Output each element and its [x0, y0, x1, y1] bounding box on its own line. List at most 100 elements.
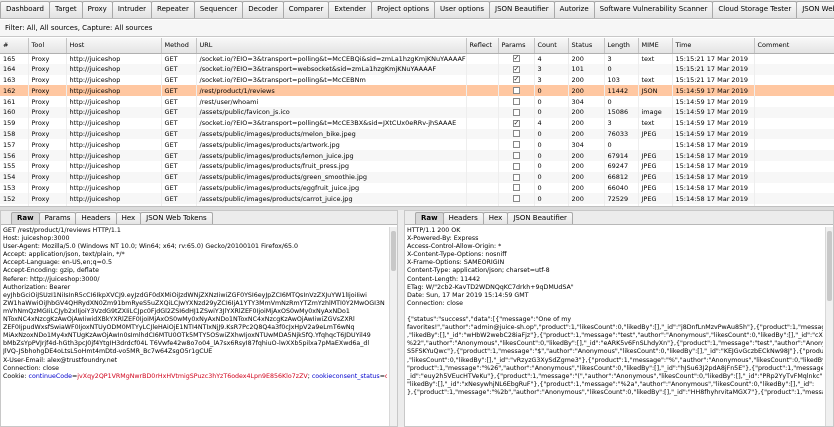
- cell-length: 0: [604, 96, 639, 107]
- response-tab-json-beautifier[interactable]: JSON Beautifier: [507, 212, 573, 224]
- column-header-comment[interactable]: Comment: [754, 38, 834, 54]
- cell-url: /assets/public/images/products/fruit_pre…: [196, 160, 467, 172]
- table-row[interactable]: 152 Proxy http://juiceshop GET/assets/publi…: [0, 193, 834, 205]
- cell-status: 200: [568, 85, 605, 97]
- table-row[interactable]: 155 Proxy http://juiceshop GET/assets/publi…: [0, 160, 834, 172]
- table-row[interactable]: 161 Proxy http://juiceshop GET/rest/user/wh…: [0, 96, 834, 107]
- cell-num: 155: [0, 160, 29, 172]
- filter-bar[interactable]: Filter: All, All sources, Capture: All s…: [0, 20, 834, 37]
- tab-repeater[interactable]: Repeater: [151, 1, 195, 18]
- response-line: ,"likedBy":[],"_id":"wHbW2webC28iaFjz"},…: [407, 332, 823, 340]
- table-row[interactable]: 164 Proxy http://juiceshop GET/socket.io/?E…: [0, 63, 834, 75]
- cell-num: 153: [0, 182, 29, 194]
- params-cell: [498, 53, 535, 64]
- tab-cloud-storage-tester[interactable]: Cloud Storage Tester: [712, 1, 798, 18]
- table-row[interactable]: 154 Proxy http://juiceshop GET/assets/publi…: [0, 171, 834, 183]
- cell-comment: [754, 53, 834, 64]
- column-header-count[interactable]: Count: [534, 38, 569, 54]
- response-tab-raw[interactable]: Raw: [415, 212, 444, 224]
- cell-num: 164: [0, 63, 29, 75]
- tab-comparer[interactable]: Comparer: [282, 1, 330, 18]
- cell-reflect: [466, 117, 499, 129]
- table-row[interactable]: 153 Proxy http://juiceshop GET/assets/publi…: [0, 182, 834, 194]
- params-cell: [498, 171, 535, 183]
- column-header-tool[interactable]: Tool: [28, 38, 67, 54]
- cell-method: GET: [161, 96, 197, 107]
- params-checkbox: [512, 98, 520, 106]
- request-line: Accept: application/json, text/plain, */…: [3, 251, 125, 259]
- cell-num: 157: [0, 139, 29, 151]
- column-header-status[interactable]: Status: [568, 38, 605, 54]
- request-tab-raw[interactable]: Raw: [11, 212, 40, 224]
- cell-mime: JSON: [638, 85, 673, 97]
- table-row[interactable]: 160 Proxy http://juiceshop GET/assets/publi…: [0, 106, 834, 118]
- response-tab-hex[interactable]: Hex: [482, 212, 509, 224]
- cell-tool: Proxy: [28, 171, 67, 183]
- tab-decoder[interactable]: Decoder: [242, 1, 284, 18]
- params-checkbox: [512, 152, 520, 160]
- cell-time: 15:15:21 17 Mar 2019: [672, 63, 755, 75]
- response-scrollbar[interactable]: [825, 227, 833, 426]
- request-raw-text[interactable]: GET /rest/product/1/reviews HTTP/1.1 Host…: [3, 227, 387, 426]
- column-header-reflect[interactable]: Reflect: [466, 38, 499, 54]
- cell-url: /assets/public/images/products/melon_bik…: [196, 128, 467, 140]
- request-tab-json-web-tokens[interactable]: JSON Web Tokens: [140, 212, 213, 224]
- response-line: X-Frame-Options: SAMEORIGIN: [407, 259, 505, 267]
- response-tab-headers[interactable]: Headers: [442, 212, 484, 224]
- table-row[interactable]: 156 Proxy http://juiceshop GET/assets/publi…: [0, 150, 834, 161]
- cell-host: http://juiceshop: [66, 160, 162, 172]
- request-tab-hex[interactable]: Hex: [115, 212, 142, 224]
- response-line: "product":1,"message":"%26","author":"An…: [407, 364, 823, 372]
- cell-url: /assets/public/images/products/carrot_ju…: [196, 193, 467, 205]
- tab-user-options[interactable]: User options: [434, 1, 490, 18]
- table-row[interactable]: 162 Proxy http://juiceshop GET/rest/product…: [0, 85, 834, 97]
- cell-reflect: [466, 193, 499, 205]
- tab-dashboard[interactable]: Dashboard: [0, 1, 50, 18]
- request-line: Authorization: Bearer: [3, 283, 71, 291]
- cell-method: GET: [161, 182, 197, 194]
- column-header-method[interactable]: Method: [161, 38, 197, 54]
- response-raw-text[interactable]: HTTP/1.1 200 OK X-Powered-By: Express Acce…: [407, 227, 823, 426]
- column-header-number[interactable]: #: [0, 38, 29, 54]
- cell-method: GET: [161, 150, 197, 161]
- cell-reflect: [466, 160, 499, 172]
- cell-length: 66812: [604, 171, 639, 183]
- cell-status: 200: [568, 150, 605, 161]
- tab-autorize[interactable]: Autorize: [553, 1, 595, 18]
- tab-target[interactable]: Target: [48, 1, 83, 18]
- tab-proxy[interactable]: Proxy: [81, 1, 113, 18]
- table-row[interactable]: 158 Proxy http://juiceshop GET/assets/publi…: [0, 128, 834, 140]
- tab-extender[interactable]: Extender: [328, 1, 373, 18]
- cell-length: 72529: [604, 193, 639, 205]
- table-row[interactable]: 157 Proxy http://juiceshop GET/assets/publi…: [0, 139, 834, 151]
- tab-software-vulnerability-scanner[interactable]: Software Vulnerability Scanner: [593, 1, 714, 18]
- tab-project-options[interactable]: Project options: [371, 1, 436, 18]
- cell-url: /assets/public/images/products/lemon_jui…: [196, 150, 467, 161]
- request-tab-headers[interactable]: Headers: [75, 212, 117, 224]
- tab-json-web-tokens[interactable]: JSON Web Tokens: [796, 1, 834, 18]
- column-header-params[interactable]: Params: [498, 38, 535, 54]
- table-row[interactable]: 159 Proxy http://juiceshop GET/socket.io/?E…: [0, 117, 834, 129]
- cell-num: 158: [0, 128, 29, 140]
- cell-length: 0: [604, 63, 639, 75]
- cell-time: 15:14:59 17 Mar 2019: [672, 106, 755, 118]
- tab-sequencer[interactable]: Sequencer: [193, 1, 244, 18]
- request-tab-params[interactable]: Params: [38, 212, 77, 224]
- table-row[interactable]: 165 Proxy http://juiceshop GET/socket.io/?E…: [0, 53, 834, 64]
- request-scrollbar[interactable]: [389, 227, 397, 426]
- cell-count: 0: [534, 96, 569, 107]
- column-header-mime[interactable]: MIME: [638, 38, 673, 54]
- tab-json-beautifier[interactable]: JSON Beautifier: [489, 1, 555, 18]
- table-row[interactable]: 163 Proxy http://juiceshop GET/socket.io/?E…: [0, 74, 834, 86]
- tab-intruder[interactable]: Intruder: [111, 1, 153, 18]
- response-line: HTTP/1.1 200 OK: [407, 227, 461, 234]
- cell-status: 200: [568, 160, 605, 172]
- request-line: Connection: close: [3, 364, 59, 372]
- column-header-host[interactable]: Host: [66, 38, 162, 54]
- cookie-segment: dismiss: [384, 372, 387, 380]
- column-header-length[interactable]: Length: [604, 38, 639, 54]
- column-header-time[interactable]: Time: [672, 38, 755, 54]
- column-header-url[interactable]: URL: [196, 38, 467, 54]
- cell-time: 15:14:58 17 Mar 2019: [672, 193, 755, 205]
- cell-method: GET: [161, 85, 197, 97]
